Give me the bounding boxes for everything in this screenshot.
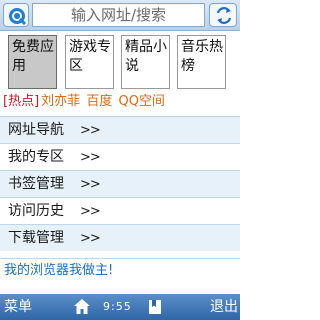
menu-item-my-zone[interactable]: 我的专区 >> [0,143,240,170]
exit-softkey[interactable]: 退出 [210,294,238,320]
tile-free-apps[interactable]: 免费应用 [8,35,57,89]
menu-item-label: 下载管理 [8,230,64,246]
tile-novels[interactable]: 精品小说 [121,35,170,89]
menu-item-label: 访问历史 [8,203,64,219]
chevron-right-icon: >> [80,123,101,138]
bookmark-page-icon[interactable] [148,299,162,319]
softkey-bar: 菜单 9:55 退出 [0,294,240,320]
hot-topics: [热点] 刘亦菲 百度 QQ空间 [0,91,240,113]
slogan-link[interactable]: 我的浏览器我做主! [0,258,240,284]
chevron-right-icon: >> [80,204,101,219]
menu-item-downloads[interactable]: 下载管理 >> [0,224,240,251]
chevron-right-icon: >> [80,150,101,165]
menu-item-label: 我的专区 [8,149,64,165]
menu-softkey[interactable]: 菜单 [4,294,32,320]
hot-link[interactable]: 刘亦菲 [41,94,80,109]
menu-item-label: 网址导航 [8,122,64,138]
refresh-icon[interactable] [209,3,237,27]
search-input[interactable]: 输入网址/搜索 [32,3,205,27]
menu-list: 网址导航 >> 我的专区 >> 书签管理 >> 访问历史 >> 下载管理 >> [0,116,240,251]
clock: 9:55 [103,300,132,313]
home-icon[interactable] [73,298,91,319]
menu-item-bookmarks[interactable]: 书签管理 >> [0,170,240,197]
chevron-right-icon: >> [80,231,101,246]
menu-item-label: 书签管理 [8,176,64,192]
address-bar: 输入网址/搜索 [0,0,240,31]
chevron-right-icon: >> [80,177,101,192]
tile-music-chart[interactable]: 音乐热榜 [177,35,226,89]
app-tiles: 免费应用 游戏专区 精品小说 音乐热榜 [8,35,234,89]
browser-logo-icon[interactable] [3,3,29,27]
hot-link[interactable]: QQ空间 [118,94,164,109]
hot-tag: [热点] [3,94,40,109]
hot-link[interactable]: 百度 [86,94,112,109]
menu-item-history[interactable]: 访问历史 >> [0,197,240,224]
menu-item-nav[interactable]: 网址导航 >> [0,116,240,143]
tile-game-zone[interactable]: 游戏专区 [65,35,114,89]
